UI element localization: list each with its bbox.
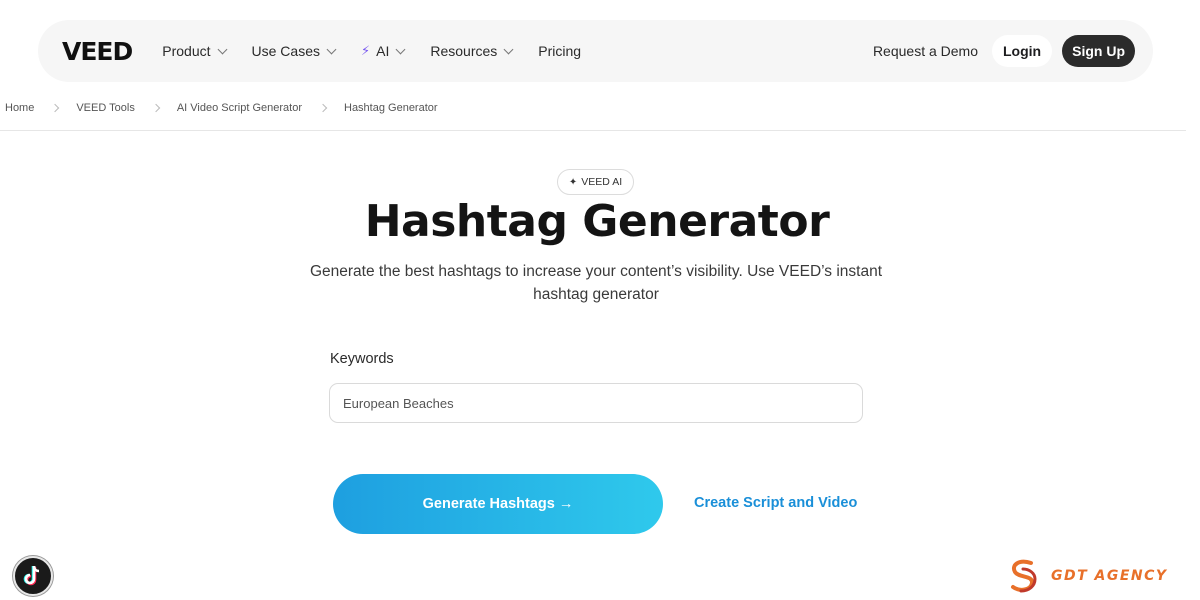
chevron-down-icon (217, 44, 227, 54)
tiktok-glyph-icon (23, 565, 40, 586)
keywords-label: Keywords (330, 351, 394, 367)
nav-actions: Request a Demo Login Sign Up (873, 35, 1135, 67)
breadcrumb-divider (0, 130, 1186, 131)
chevron-down-icon (395, 44, 406, 54)
breadcrumb-home[interactable]: Home (5, 102, 34, 114)
breadcrumb-ai-video-script-generator[interactable]: AI Video Script Generator (177, 102, 302, 114)
gdt-agency-watermark: GDT AGENCY (1005, 557, 1168, 595)
generate-hashtags-button[interactable]: Generate Hashtags → (333, 474, 663, 534)
login-button[interactable]: Login (992, 35, 1053, 67)
signup-button[interactable]: Sign Up (1062, 35, 1135, 67)
page-title: Hashtag Generator (364, 196, 830, 247)
chevron-right-icon (151, 103, 161, 113)
nav-item-use-cases[interactable]: Use Cases (251, 43, 337, 59)
breadcrumb-hashtag-generator: Hashtag Generator (344, 102, 438, 114)
nav-item-label: Use Cases (251, 43, 320, 59)
chevron-right-icon (318, 103, 328, 113)
nav-item-label: Resources (430, 43, 498, 59)
nav-item-label: Product (162, 43, 211, 59)
bolt-icon: ⚡︎ (360, 43, 371, 58)
nav-item-label: Pricing (538, 43, 582, 59)
chevron-right-icon (51, 103, 60, 113)
top-nav: VEED Product Use Cases ⚡︎ AI Resources P… (38, 20, 1153, 82)
gdt-agency-logo-icon (1011, 559, 1037, 593)
page-subtitle: Generate the best hashtags to increase y… (309, 263, 883, 303)
tiktok-logo-icon (13, 556, 53, 596)
veed-logo[interactable]: VEED (62, 37, 133, 66)
nav-menu: Product Use Cases ⚡︎ AI Resources Pricin… (162, 43, 581, 59)
request-demo-link[interactable]: Request a Demo (873, 43, 978, 59)
chevron-down-icon (503, 44, 514, 54)
breadcrumb: Home VEED Tools AI Video Script Generato… (5, 102, 438, 114)
nav-item-ai[interactable]: ⚡︎ AI (360, 43, 406, 59)
gdt-agency-text: GDT AGENCY (1051, 568, 1168, 584)
veed-ai-badge: ✦ VEED AI (557, 169, 634, 195)
breadcrumb-veed-tools[interactable]: VEED Tools (76, 102, 135, 114)
chevron-down-icon (326, 44, 337, 54)
nav-item-product[interactable]: Product (162, 43, 227, 59)
nav-item-pricing[interactable]: Pricing (538, 43, 581, 59)
sparkle-icon: ✦ (568, 176, 578, 188)
keywords-input[interactable] (329, 383, 863, 423)
nav-item-label: AI (376, 43, 390, 59)
nav-item-resources[interactable]: Resources (430, 43, 514, 59)
badge-label: VEED AI (581, 176, 623, 188)
create-script-and-video-link[interactable]: Create Script and Video (694, 495, 857, 511)
